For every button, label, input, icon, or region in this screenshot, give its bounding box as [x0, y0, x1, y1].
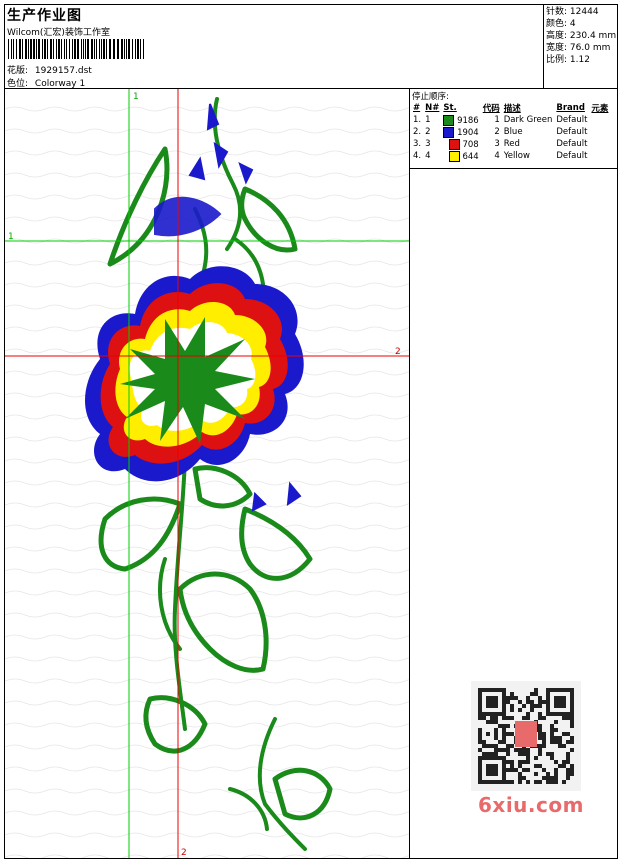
stat-label: 针数:	[546, 7, 568, 17]
studio-name: Wilcom(汇宏)装饰工作室	[7, 28, 110, 38]
thread-row: 1. 1 9186 1 Dark Green Default	[411, 114, 610, 126]
thread-stitches-cell: 1904	[441, 126, 480, 138]
embroidery-canvas: 1 1 2 2	[5, 89, 410, 858]
barcode	[8, 39, 144, 59]
stat-value: 1.12	[569, 55, 590, 65]
thread-element	[589, 126, 610, 138]
stat-value: 4	[569, 19, 576, 29]
thread-brand: Default	[556, 151, 588, 161]
thread-idx: 2.	[413, 127, 422, 137]
color-swatch	[448, 150, 460, 162]
col-header: 元素	[591, 104, 609, 114]
production-sheet: 生产作业图 Wilcom(汇宏)装饰工作室 花版: 1929157.dst 色位…	[4, 4, 618, 859]
stat-value: 12444	[569, 7, 599, 17]
stat-stitches: 针数: 12444	[546, 6, 615, 18]
watermark-text: 6xiu.com	[478, 793, 584, 817]
stat-label: 颜色:	[546, 19, 568, 29]
stat-height: 高度: 230.4 mm	[546, 30, 617, 42]
thread-desc: Yellow	[503, 151, 530, 161]
col-header: Brand	[556, 103, 585, 113]
color-swatch	[443, 126, 455, 138]
stat-value: 230.4 mm	[569, 31, 617, 41]
thread-n: 4	[425, 151, 431, 161]
thread-idx: 4.	[413, 151, 422, 161]
stat-label: 比例:	[546, 55, 568, 65]
header-info: 生产作业图 Wilcom(汇宏)装饰工作室 花版: 1929157.dst 色位…	[5, 5, 543, 89]
thread-desc: Red	[503, 139, 520, 149]
flower-petals	[85, 266, 304, 482]
col-header: #	[413, 103, 421, 113]
thread-table-header: # N# St. 代码 描述 Brand 元素	[411, 102, 610, 114]
thread-row: 4. 4 644 4 Yellow Default	[411, 150, 610, 162]
stat-colors: 颜色: 4	[546, 18, 615, 30]
thread-panel-title: 停止顺序:	[412, 92, 449, 102]
guide-label-v2: 2	[181, 848, 187, 858]
thread-element	[589, 138, 610, 150]
thread-n: 3	[425, 139, 431, 149]
thread-stitches: 708	[462, 139, 479, 150]
stat-label: 宽度:	[546, 43, 568, 53]
design-file-row: 花版: 1929157.dst	[7, 63, 92, 76]
col-header: N#	[425, 103, 440, 113]
color-swatch	[448, 138, 460, 150]
thread-n: 1	[425, 115, 431, 125]
thread-element	[589, 150, 610, 162]
thread-row: 2. 2 1904 2 Blue Default	[411, 126, 610, 138]
thread-code: 3	[494, 139, 500, 149]
colorway-label: 色位:	[7, 79, 29, 89]
thread-table: # N# St. 代码 描述 Brand 元素 1. 1 9186 1 Dark Gr…	[411, 102, 610, 162]
thread-desc: Blue	[503, 127, 523, 137]
col-header: St.	[443, 103, 457, 113]
thread-brand: Default	[556, 127, 588, 137]
thread-element	[589, 114, 610, 126]
design-file: 1929157.dst	[34, 66, 92, 76]
thread-n: 2	[425, 127, 431, 137]
embroidery-design: 1 1 2 2	[5, 89, 409, 858]
design-label: 花版:	[7, 66, 29, 76]
guide-label-v1: 1	[133, 92, 139, 102]
thread-row: 3. 3 708 3 Red Default	[411, 138, 610, 150]
thread-stitches-cell: 644	[441, 150, 480, 162]
sheet-header: 生产作业图 Wilcom(汇宏)装饰工作室 花版: 1929157.dst 色位…	[5, 5, 617, 89]
thread-stitches: 1904	[457, 127, 479, 138]
thread-code: 1	[494, 115, 500, 125]
thread-code: 4	[494, 151, 500, 161]
sheet-title: 生产作业图	[7, 8, 82, 24]
thread-brand: Default	[556, 115, 588, 125]
colorway-value: Colorway 1	[34, 79, 86, 89]
thread-panel: 停止顺序: # N# St. 代码 描述 Brand 元素 1. 1 9186 1 D…	[410, 89, 617, 169]
thread-idx: 3.	[413, 139, 422, 149]
thread-desc: Dark Green	[503, 115, 553, 125]
stat-value: 76.0 mm	[569, 43, 611, 53]
thread-stitches: 644	[462, 151, 479, 162]
stat-label: 高度:	[546, 31, 568, 41]
col-header: 描述	[503, 104, 521, 114]
logo-stamp	[515, 721, 537, 747]
thread-idx: 1.	[413, 115, 422, 125]
thread-stitches-cell: 708	[441, 138, 480, 150]
design-stats: 针数: 12444 颜色: 4 高度: 230.4 mm 宽度: 76.0 mm…	[543, 5, 617, 89]
thread-code: 2	[494, 127, 500, 137]
stat-scale: 比例: 1.12	[546, 54, 615, 66]
guide-label-h2: 2	[395, 347, 401, 357]
thread-stitches: 9186	[457, 115, 479, 126]
color-swatch	[443, 114, 455, 126]
thread-stitches-cell: 9186	[441, 114, 480, 126]
guide-label-h1: 1	[8, 232, 14, 242]
thread-brand: Default	[556, 139, 588, 149]
stat-width: 宽度: 76.0 mm	[546, 42, 615, 54]
col-header: 代码	[482, 104, 500, 114]
colorway-row: 色位: Colorway 1	[7, 76, 85, 89]
